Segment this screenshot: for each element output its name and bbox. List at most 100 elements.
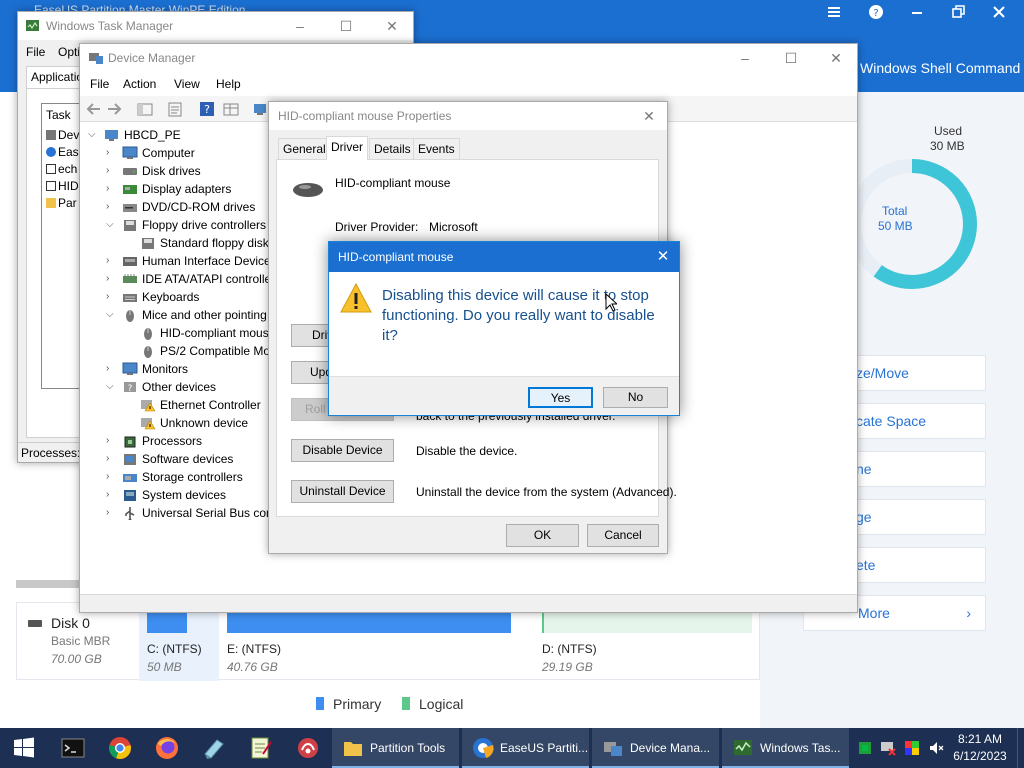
menu-view[interactable]: View	[174, 77, 200, 91]
chevron-right-icon[interactable]: ›	[106, 180, 118, 198]
shell-command-link[interactable]: Windows Shell Command	[860, 60, 1020, 76]
tab-details[interactable]: Details	[369, 138, 416, 159]
forward-icon[interactable]	[106, 101, 124, 117]
disk-size: 70.00 GB	[51, 652, 102, 666]
tree-item-label: Computer	[142, 146, 195, 160]
menu-action[interactable]: Action	[123, 77, 156, 91]
tray-network-icon[interactable]	[880, 740, 896, 756]
device-manager-icon	[89, 53, 103, 64]
help-icon[interactable]: ?	[867, 3, 885, 21]
properties-icon[interactable]	[166, 101, 184, 117]
chevron-right-icon[interactable]: ›	[106, 270, 118, 288]
task-list[interactable]: Task Dev Eas ech HID Par	[41, 103, 81, 389]
clock-time[interactable]: 8:21 AM	[957, 732, 1003, 746]
taskbar-app-partition-tools[interactable]: Partition Tools	[332, 728, 459, 768]
partition-e[interactable]: E: (NTFS) 40.76 GB	[227, 603, 533, 681]
close-button[interactable]: ✕	[647, 242, 679, 272]
chevron-right-icon[interactable]: ›	[106, 288, 118, 306]
maximize-button[interactable]: ☐	[323, 12, 369, 40]
chevron-right-icon[interactable]: ›	[106, 432, 118, 450]
task-item[interactable]: Dev	[46, 128, 79, 142]
chrome-icon[interactable]	[108, 736, 132, 760]
total-label: Total	[882, 204, 908, 218]
task-item[interactable]: ech	[46, 162, 77, 176]
notepad-icon[interactable]	[249, 736, 273, 760]
yes-button[interactable]: Yes	[528, 387, 593, 408]
menu-icon[interactable]	[825, 3, 843, 21]
chevron-right-icon: ›	[966, 605, 971, 621]
task-item[interactable]: HID	[46, 179, 79, 193]
chevron-down-icon[interactable]: ⌵	[106, 378, 118, 396]
svg-text:?: ?	[873, 8, 878, 19]
minimize-button[interactable]: –	[277, 12, 323, 40]
ok-button[interactable]: OK	[506, 524, 579, 547]
chevron-right-icon[interactable]: ›	[106, 252, 118, 270]
uninstall-description: Uninstall the device from the system (Ad…	[416, 485, 677, 499]
chevron-right-icon[interactable]: ›	[106, 144, 118, 162]
confirm-title: HID-compliant mouse	[338, 250, 454, 264]
mouse-icon	[144, 346, 152, 358]
chevron-right-icon[interactable]: ›	[106, 450, 118, 468]
taskbar-app-easeus[interactable]: EaseUS Partiti...	[462, 728, 589, 768]
menu-help[interactable]: Help	[216, 77, 241, 91]
device-name: HID-compliant mouse	[335, 176, 451, 190]
back-icon[interactable]	[84, 101, 102, 117]
taskbar-app-task-manager[interactable]: Windows Tas...	[722, 728, 849, 768]
disable-device-button[interactable]: Disable Device	[291, 439, 394, 462]
chevron-right-icon[interactable]: ›	[106, 504, 118, 522]
minimize-icon[interactable]	[908, 3, 926, 21]
menu-file[interactable]: File	[90, 77, 109, 91]
no-button[interactable]: No	[603, 387, 668, 408]
chevron-down-icon[interactable]: ⌵	[88, 126, 100, 144]
tree-item-label: Floppy drive controllers	[142, 218, 267, 232]
tab-events[interactable]: Events	[413, 138, 460, 159]
show-desktop-button[interactable]	[1017, 728, 1024, 768]
floppy-controller-icon	[124, 220, 136, 231]
tree-item-label: Mice and other pointing devices	[142, 308, 274, 322]
restore-icon[interactable]	[949, 3, 967, 21]
uninstall-device-button[interactable]: Uninstall Device	[291, 480, 394, 503]
show-hide-tree-icon[interactable]	[136, 101, 154, 117]
mouse-icon	[293, 183, 323, 197]
tab-applications[interactable]: Applicatio	[26, 66, 86, 88]
taskbar-app-device-manager[interactable]: Device Mana...	[592, 728, 719, 768]
close-button[interactable]: ✕	[630, 102, 668, 130]
dvd-drive-icon	[123, 204, 137, 212]
close-button[interactable]: ✕	[369, 12, 415, 40]
firefox-icon[interactable]	[155, 736, 179, 760]
start-icon[interactable]	[12, 736, 36, 760]
svg-text:?: ?	[204, 103, 210, 116]
chevron-right-icon[interactable]: ›	[106, 486, 118, 504]
command-prompt-icon[interactable]	[61, 736, 85, 760]
task-item[interactable]: Par	[46, 196, 77, 210]
cancel-button[interactable]: Cancel	[587, 524, 659, 547]
maximize-button[interactable]: ☐	[768, 44, 814, 72]
help-icon[interactable]: ?	[198, 101, 216, 117]
chevron-down-icon[interactable]: ⌵	[106, 306, 118, 324]
view-icon[interactable]	[222, 101, 240, 117]
minimize-button[interactable]: –	[722, 44, 768, 72]
chevron-down-icon[interactable]: ⌵	[106, 216, 118, 234]
menu-file[interactable]: File	[26, 45, 45, 59]
driver-provider-label: Driver Provider:	[335, 220, 419, 234]
app-icon[interactable]	[202, 736, 226, 760]
chevron-right-icon[interactable]: ›	[106, 198, 118, 216]
menu-options[interactable]: Opti	[58, 45, 80, 59]
chevron-right-icon[interactable]: ›	[106, 360, 118, 378]
close-icon[interactable]	[990, 3, 1008, 21]
tree-item-label: Keyboards	[142, 290, 200, 304]
close-button[interactable]: ✕	[813, 44, 859, 72]
chevron-right-icon[interactable]: ›	[106, 162, 118, 180]
task-item[interactable]: Eas	[46, 145, 79, 159]
network-icon[interactable]	[296, 736, 320, 760]
partition-c[interactable]: C: (NTFS) 50 MB	[139, 603, 219, 681]
chevron-right-icon[interactable]: ›	[106, 468, 118, 486]
partition-d[interactable]: D: (NTFS) 29.19 GB	[542, 603, 757, 681]
volume-muted-icon[interactable]	[928, 740, 944, 756]
tab-driver[interactable]: Driver	[326, 136, 368, 160]
tray-color-icon[interactable]	[904, 740, 920, 756]
tab-general[interactable]: General	[278, 138, 331, 159]
partition-e-label: E: (NTFS)	[227, 642, 281, 656]
clock-date[interactable]: 6/12/2023	[951, 749, 1009, 763]
tray-app-icon[interactable]	[857, 740, 873, 756]
